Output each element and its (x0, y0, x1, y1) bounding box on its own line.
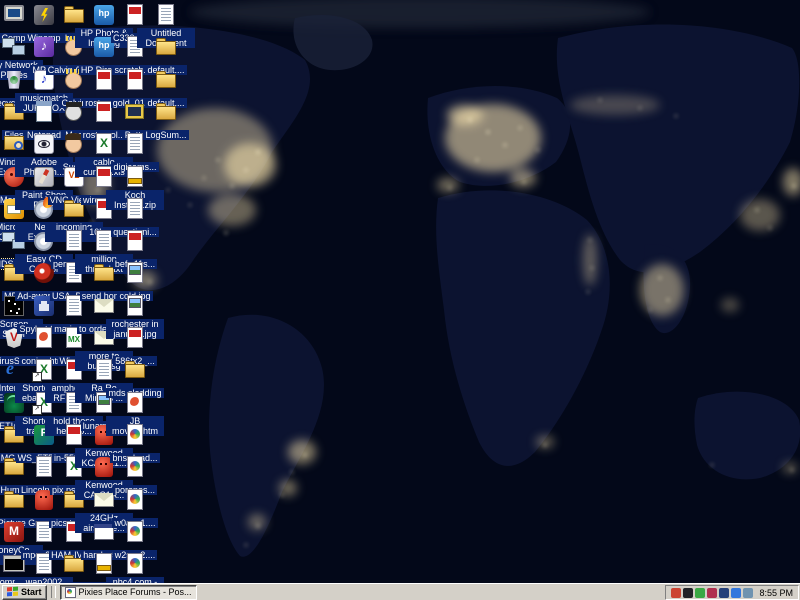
htmlpage-icon (122, 488, 148, 512)
start-button[interactable]: Start (2, 585, 47, 600)
doc-icon (122, 197, 148, 221)
task-button-pixies-place[interactable]: Pixies Place Forums - Pos... (60, 585, 197, 600)
htmlpage-icon (122, 423, 148, 447)
folder-icon (122, 358, 148, 382)
taskbar-divider (51, 586, 56, 598)
desktop-icon-label: LogSum... (143, 130, 188, 140)
desktop-icon[interactable]: LogSum... (137, 100, 195, 143)
tray-icon-6[interactable] (731, 588, 741, 598)
pdf-icon (122, 229, 148, 253)
htmlpage-icon (122, 455, 148, 479)
desktop: My ComputerMy Network PlacesRecycle BinF… (0, 0, 800, 583)
folder-icon (153, 100, 179, 124)
desktop-icon[interactable]: nbc4.com - Consum... (106, 552, 164, 583)
htmlpage-icon (122, 552, 148, 576)
task-button-label: Pixies Place Forums - Pos... (79, 587, 192, 597)
shortcut-arrow-icon (32, 405, 42, 415)
tray-icon-1[interactable] (671, 588, 681, 598)
zip-icon (122, 165, 148, 189)
tray-icon-5[interactable] (719, 588, 729, 598)
taskbar-clock[interactable]: 8:55 PM (759, 588, 793, 598)
webpage-icon (65, 587, 76, 598)
start-label: Start (21, 587, 42, 597)
htmlpage-icon (122, 520, 148, 544)
shortcut-arrow-icon (32, 372, 42, 382)
folder-icon (153, 35, 179, 59)
tray-icon-7[interactable] (743, 588, 753, 598)
system-tray: 8:55 PM (665, 585, 799, 600)
pdf-icon (122, 326, 148, 350)
tray-icon-group (671, 588, 753, 598)
desktop-icon-grid: My ComputerMy Network PlacesRecycle BinF… (0, 0, 800, 583)
tray-icon-4[interactable] (707, 588, 717, 598)
windows-logo-icon (7, 587, 18, 598)
htmldoc-icon (122, 391, 148, 415)
folder-icon (153, 68, 179, 92)
img-icon (122, 294, 148, 318)
doc-icon (153, 3, 179, 27)
tray-icon-3[interactable] (695, 588, 705, 598)
img-icon (122, 261, 148, 285)
tray-icon-2[interactable] (683, 588, 693, 598)
desktop-screen: My ComputerMy Network PlacesRecycle BinF… (0, 0, 800, 600)
taskbar: Start Pixies Place Forums - Pos... 8:55 … (0, 583, 800, 600)
